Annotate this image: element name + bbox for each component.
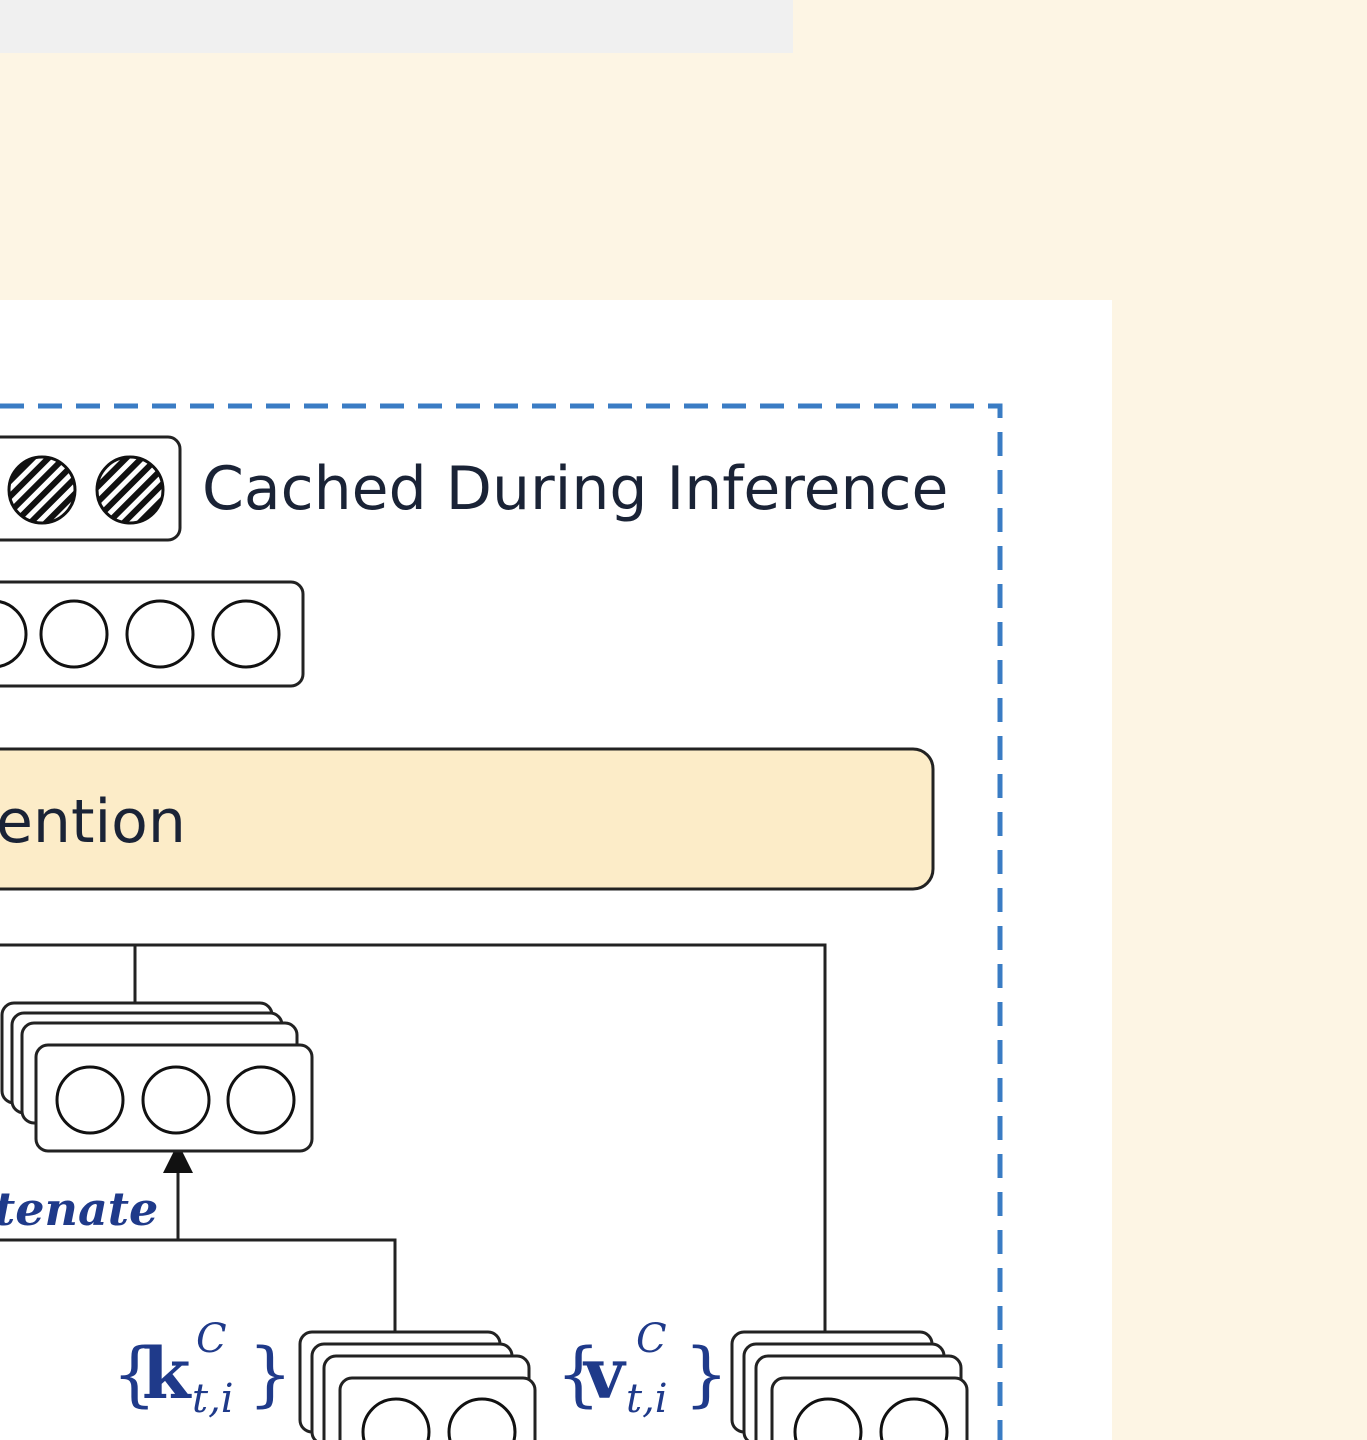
key-cache-stack [298, 1330, 537, 1440]
attention-block-label: ention [0, 787, 186, 857]
svg-text:}: } [684, 1333, 729, 1415]
architecture-diagram: Cached During Inference ention tenate { … [0, 403, 1003, 1440]
output-vector [0, 580, 305, 688]
concatenated-key-stack [0, 1001, 314, 1153]
top-gray-bar [0, 0, 793, 53]
svg-text:}: } [248, 1333, 293, 1415]
concatenate-label: tenate [0, 1182, 158, 1236]
cached-during-inference-label: Cached During Inference [202, 454, 948, 524]
hatched-circle-icon [95, 455, 165, 525]
figure-panel: Cached During Inference ention tenate { … [0, 300, 1112, 1440]
dashed-region-border [0, 403, 1003, 1440]
value-cache-stack [730, 1330, 969, 1440]
svg-text:v: v [582, 1332, 627, 1415]
hatched-circle-icon [7, 455, 77, 525]
svg-text:k: k [142, 1332, 192, 1415]
svg-text:C: C [196, 1316, 227, 1362]
value-notation: { v C t,i } [556, 1316, 729, 1422]
key-notation: { k C t,i } [112, 1316, 293, 1422]
svg-text:t,i: t,i [626, 1376, 668, 1422]
cached-vector-legend [0, 435, 182, 542]
svg-text:C: C [636, 1316, 667, 1362]
svg-text:t,i: t,i [192, 1376, 234, 1422]
